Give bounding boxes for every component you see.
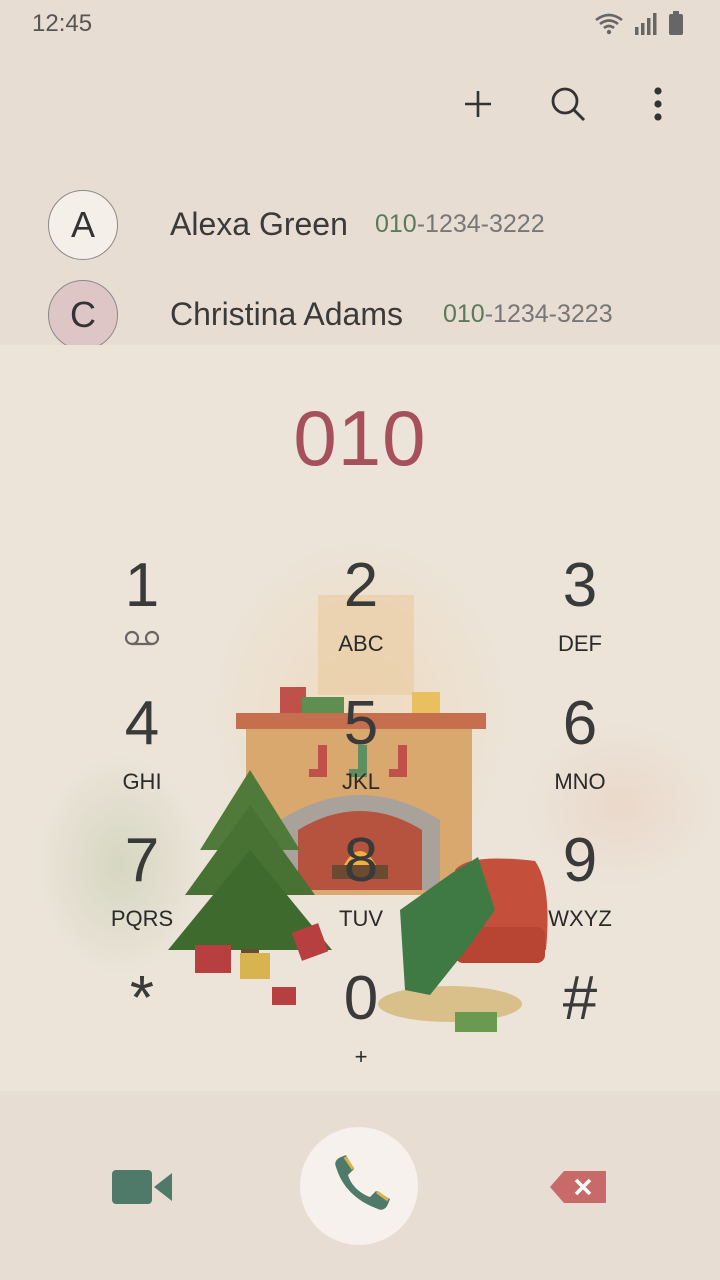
voicemail-icon xyxy=(124,630,160,646)
key-8[interactable]: 8 TUV xyxy=(286,830,436,950)
key-hash[interactable]: # xyxy=(505,968,655,1088)
dialed-number-display[interactable]: 010 xyxy=(0,393,720,484)
contact-suggestion[interactable]: C Christina Adams 010-1234-3223 xyxy=(0,276,720,356)
dialer-bottom-bar xyxy=(0,1091,720,1280)
status-bar: 12:45 xyxy=(0,0,720,50)
key-1[interactable]: 1 xyxy=(67,555,217,675)
key-letters: MNO xyxy=(554,769,606,794)
key-5[interactable]: 5 JKL xyxy=(286,693,436,813)
contact-number: 010-1234-3222 xyxy=(375,210,545,239)
phone-icon xyxy=(335,1155,390,1210)
number-rest: -1234-3223 xyxy=(484,300,613,328)
key-7[interactable]: 7 PQRS xyxy=(67,830,217,950)
wifi-icon xyxy=(595,13,623,35)
key-0[interactable]: 0 + xyxy=(286,968,436,1088)
signal-icon xyxy=(635,13,657,35)
key-digit: 4 xyxy=(124,689,160,758)
key-digit: 6 xyxy=(562,689,598,758)
delete-button[interactable] xyxy=(548,1169,608,1205)
key-letters: TUV xyxy=(339,906,383,931)
contact-number: 010-1234-3223 xyxy=(443,300,613,329)
call-button[interactable] xyxy=(300,1127,418,1245)
key-digit: * xyxy=(129,964,155,1033)
key-3[interactable]: 3 DEF xyxy=(505,555,655,675)
key-letters: GHI xyxy=(122,769,162,794)
avatar: C xyxy=(48,280,118,350)
key-letters: ABC xyxy=(338,631,384,656)
number-match: 010 xyxy=(443,300,485,328)
key-2[interactable]: 2 ABC xyxy=(286,555,436,675)
search-icon xyxy=(551,87,586,122)
contact-name: Alexa Green xyxy=(170,206,348,242)
battery-icon xyxy=(669,11,683,35)
avatar: A xyxy=(48,190,118,260)
key-letters: JKL xyxy=(342,769,380,794)
number-match: 010 xyxy=(375,210,417,238)
key-letters: PQRS xyxy=(110,906,174,931)
search-button[interactable] xyxy=(546,82,590,126)
key-digit: 2 xyxy=(343,551,379,620)
key-letters: DEF xyxy=(558,631,602,656)
video-call-icon xyxy=(112,1170,172,1204)
contact-suggestion[interactable]: A Alexa Green 010-1234-3222 xyxy=(0,186,720,266)
key-digit: 0 xyxy=(343,964,379,1033)
dialpad-area: 010 1 2 ABC 3 DEF 4 GHI 5 JKL 6 MNO 7 PQ… xyxy=(0,345,720,1091)
more-options-button[interactable] xyxy=(636,82,680,126)
video-call-button[interactable] xyxy=(110,1167,174,1207)
key-letters: WXYZ xyxy=(548,906,612,931)
more-vert-icon xyxy=(654,87,662,121)
key-9[interactable]: 9 WXYZ xyxy=(505,830,655,950)
key-digit: 7 xyxy=(124,826,160,895)
key-digit: 8 xyxy=(343,826,379,895)
key-digit: 1 xyxy=(124,551,160,620)
key-letters: + xyxy=(354,1044,368,1069)
backspace-icon xyxy=(550,1171,606,1203)
key-digit: 9 xyxy=(562,826,598,895)
add-contact-button[interactable] xyxy=(456,82,500,126)
status-time: 12:45 xyxy=(32,10,93,37)
key-4[interactable]: 4 GHI xyxy=(67,693,217,813)
number-rest: -1234-3222 xyxy=(416,210,545,238)
key-digit: 5 xyxy=(343,689,379,758)
contact-name: Christina Adams xyxy=(170,296,403,332)
toolbar-actions xyxy=(456,82,680,126)
key-star[interactable]: * xyxy=(67,968,217,1088)
plus-icon xyxy=(465,91,491,117)
status-icons xyxy=(594,11,684,35)
key-6[interactable]: 6 MNO xyxy=(505,693,655,813)
key-digit: 3 xyxy=(562,551,598,620)
key-digit: # xyxy=(562,964,598,1033)
